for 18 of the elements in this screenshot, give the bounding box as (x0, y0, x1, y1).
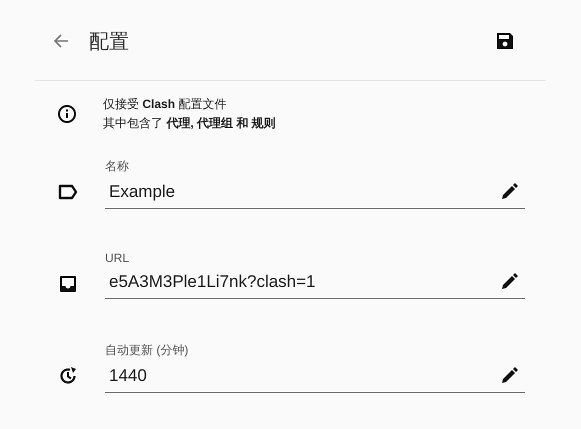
inbox-icon (59, 275, 77, 293)
info-icon (57, 104, 77, 124)
back-icon[interactable] (53, 33, 69, 49)
edit-icon[interactable] (499, 182, 519, 202)
input-field[interactable]: Example (105, 182, 525, 208)
tag-icon (58, 184, 78, 200)
field-label: URL (105, 251, 130, 265)
field-label: 名称 (105, 158, 130, 174)
edit-icon[interactable] (499, 366, 519, 386)
page-title: 配置 (89, 30, 130, 54)
edit-icon[interactable] (499, 272, 519, 292)
save-icon[interactable] (496, 32, 514, 50)
input-field[interactable]: e5A3M3Ple1Li7nk?clash=1 (105, 272, 525, 299)
notice-text: 仅接受 Clash 配置文件 (103, 96, 228, 113)
clock-refresh-icon (58, 366, 78, 386)
input-field[interactable]: 1440 (105, 366, 525, 392)
field-label: 自动更新 (分钟) (105, 342, 190, 358)
notice-text: 其中包含了 代理, 代理组 和 规则 (103, 115, 276, 132)
